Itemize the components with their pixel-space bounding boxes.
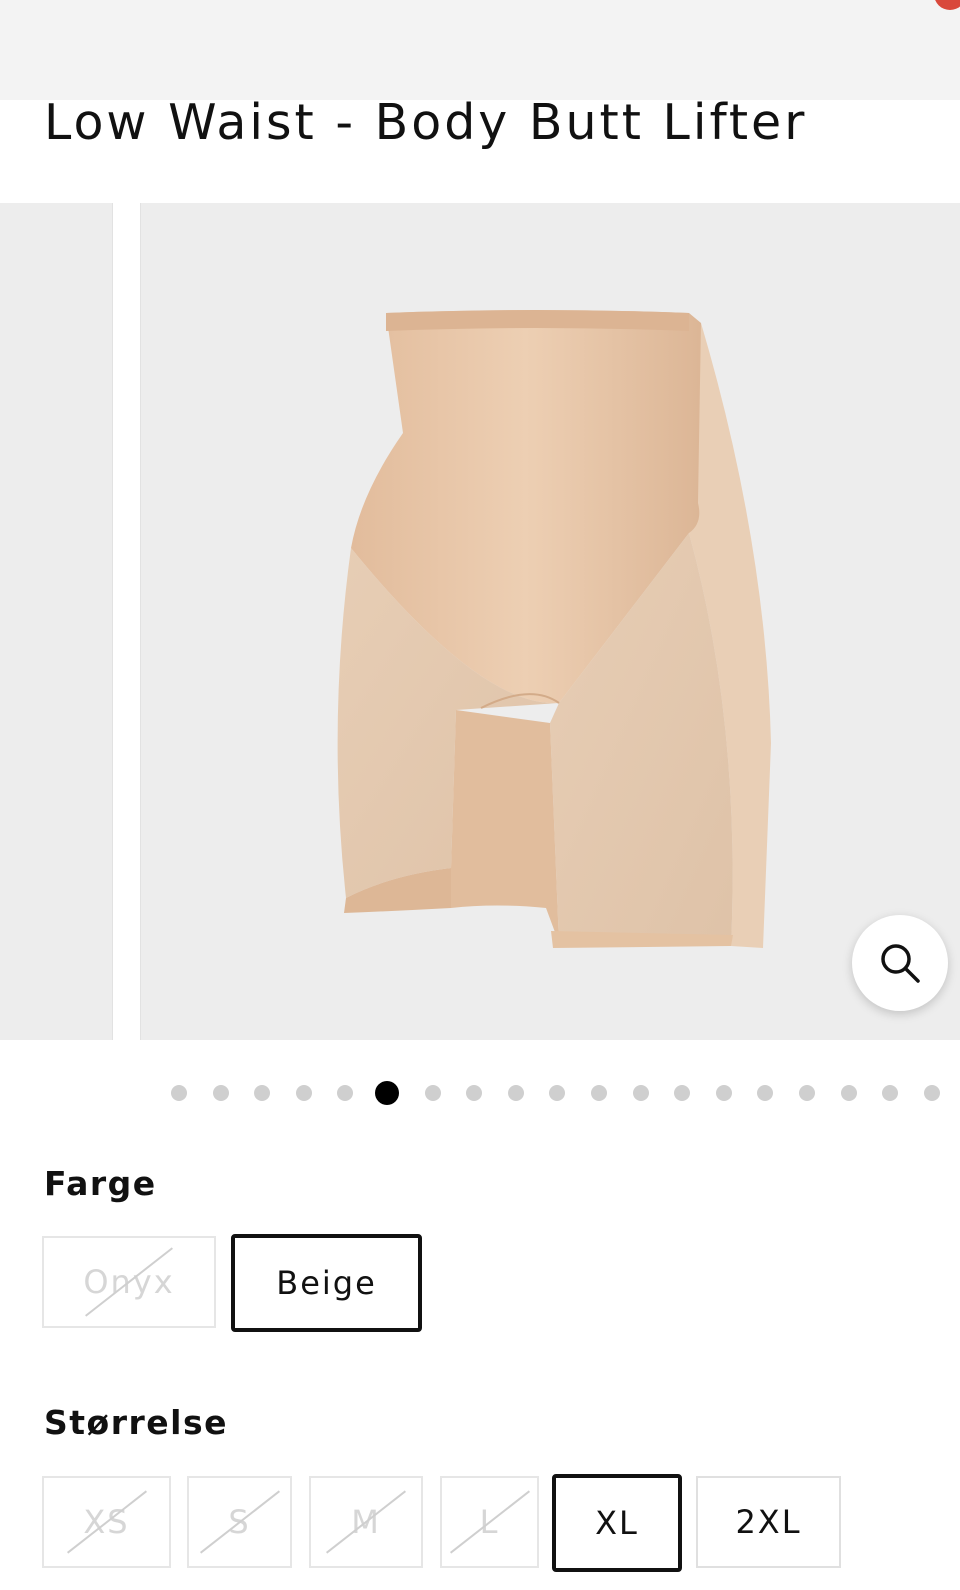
product-title: Low Waist - Body Butt Lifter: [44, 94, 808, 151]
pagination-dot[interactable]: [466, 1085, 483, 1101]
pagination-dot[interactable]: [923, 1085, 940, 1101]
product-gallery[interactable]: [0, 203, 960, 1040]
unavailable-strike: [66, 1490, 147, 1554]
unavailable-strike: [325, 1490, 407, 1554]
size-option-l[interactable]: L: [440, 1476, 539, 1568]
gallery-pagination: [0, 1078, 960, 1108]
size-label: Størrelse: [44, 1403, 228, 1442]
top-bar: [0, 0, 960, 100]
zoom-button[interactable]: [852, 915, 948, 1011]
unavailable-strike: [199, 1490, 280, 1554]
pagination-dot[interactable]: [254, 1085, 271, 1101]
pagination-dot[interactable]: [549, 1085, 566, 1101]
size-option-xs[interactable]: XS: [42, 1476, 171, 1568]
pagination-dot[interactable]: [632, 1085, 649, 1101]
size-option-s[interactable]: S: [187, 1476, 292, 1568]
size-option-label: 2XL: [735, 1503, 802, 1541]
pagination-dot[interactable]: [337, 1085, 354, 1101]
pagination-dot[interactable]: [715, 1085, 732, 1101]
unavailable-strike: [449, 1490, 530, 1554]
previous-slide-image[interactable]: [0, 203, 113, 1040]
search-icon: [881, 944, 920, 983]
cart-count-badge[interactable]: [934, 0, 960, 10]
size-option-m[interactable]: M: [309, 1476, 423, 1568]
color-option-beige[interactable]: Beige: [231, 1234, 422, 1332]
pagination-dot[interactable]: [799, 1085, 815, 1101]
pagination-dot[interactable]: [507, 1085, 524, 1101]
pagination-dot[interactable]: [424, 1085, 441, 1101]
pagination-dot-active[interactable]: [375, 1081, 399, 1105]
pagination-dot[interactable]: [674, 1085, 691, 1101]
pagination-dot[interactable]: [171, 1085, 187, 1101]
product-image[interactable]: [140, 203, 960, 1040]
shapewear-shorts-image: [337, 310, 771, 948]
pagination-dot[interactable]: [757, 1085, 774, 1101]
size-option-label: XL: [595, 1504, 639, 1542]
size-option-xl[interactable]: XL: [552, 1474, 682, 1572]
pagination-dot[interactable]: [295, 1085, 312, 1101]
color-label: Farge: [44, 1164, 157, 1203]
pagination-dot[interactable]: [882, 1085, 899, 1101]
color-option-label: Beige: [276, 1264, 377, 1302]
size-option-2xl[interactable]: 2XL: [696, 1476, 841, 1568]
pagination-dot[interactable]: [840, 1085, 857, 1101]
pagination-dot[interactable]: [591, 1085, 607, 1101]
color-option-onyx[interactable]: Onyx: [42, 1236, 216, 1328]
pagination-dot[interactable]: [212, 1085, 229, 1101]
